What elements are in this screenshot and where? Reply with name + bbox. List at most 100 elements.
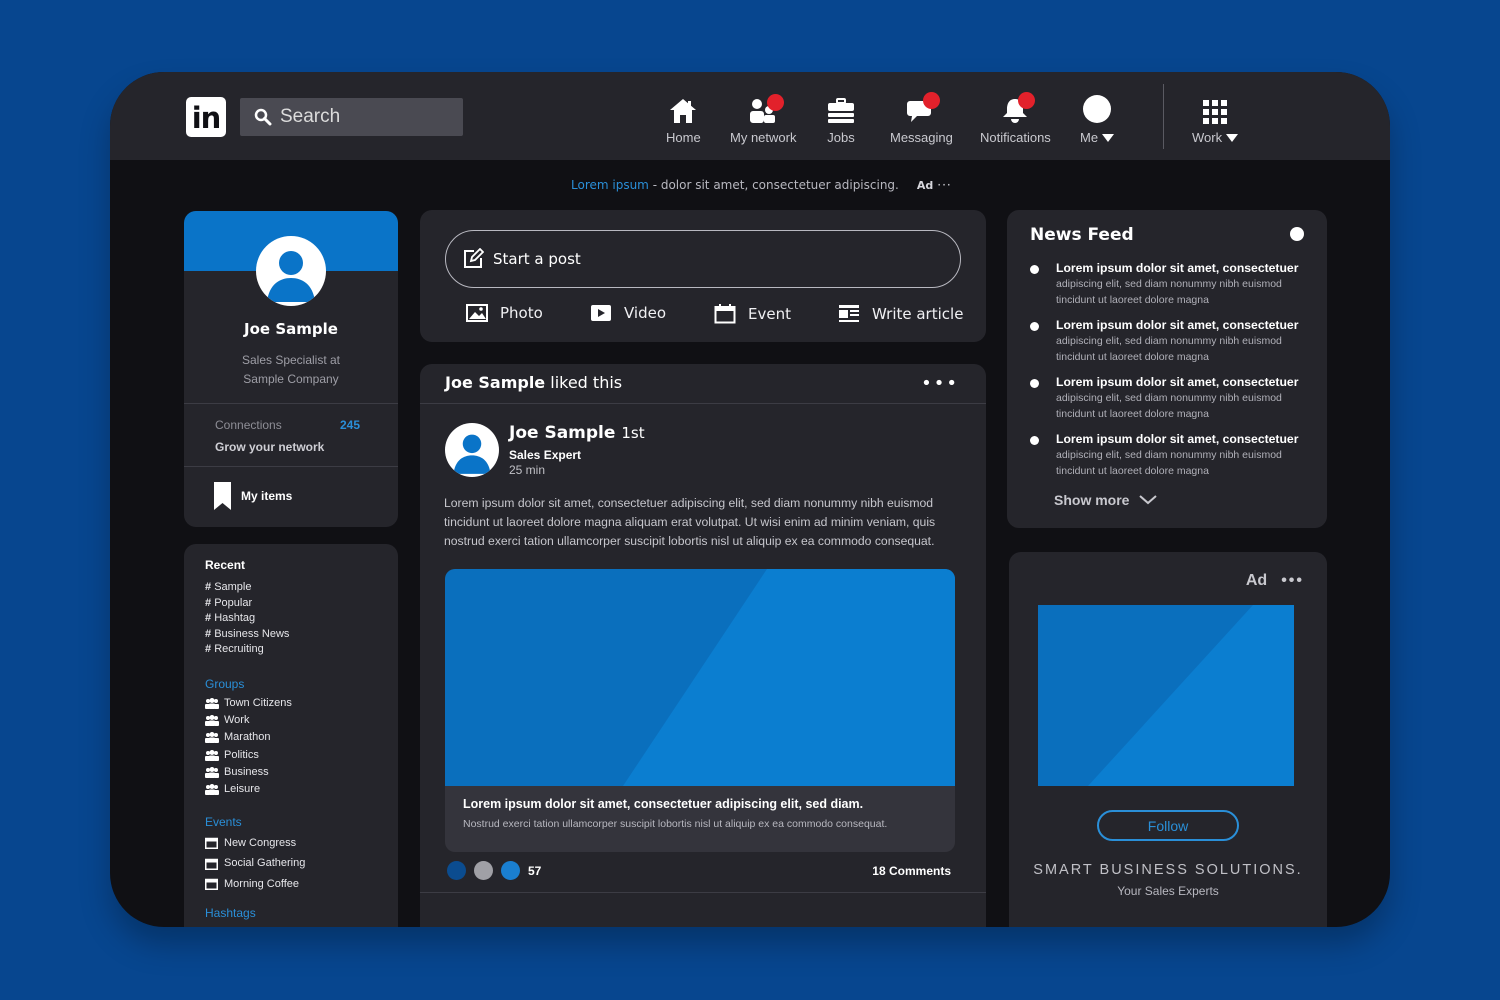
photo-button[interactable]: Photo <box>466 304 543 322</box>
post-body: Lorem ipsum dolor sit amet, consectetuer… <box>444 496 936 548</box>
news-item[interactable]: Lorem ipsum dolor sit amet, consectetuer… <box>1030 318 1310 365</box>
video-label: Video <box>624 304 667 322</box>
profile-name[interactable]: Joe Sample <box>184 320 398 338</box>
avatar-icon <box>1082 95 1111 123</box>
nav-divider <box>1163 84 1164 149</box>
activity-text: liked this <box>545 373 623 392</box>
hashtags-heading[interactable]: Hashtags <box>205 906 398 920</box>
linkedin-logo[interactable]: in <box>186 97 226 137</box>
start-post-button[interactable]: Start a post <box>445 230 961 288</box>
article-icon <box>839 305 859 322</box>
write-article-label: Write article <box>872 305 964 323</box>
divider <box>184 403 398 404</box>
news-subtitle: adipiscing elit, sed diam nonummy nibh e… <box>1056 392 1282 420</box>
nav-my-network[interactable]: My network <box>730 94 797 146</box>
post-composer: Start a post Photo Video Event Write art… <box>420 210 986 342</box>
author-name: Joe Sample <box>509 423 616 443</box>
post-more-button[interactable]: ••• <box>921 373 959 394</box>
recent-tag[interactable]: # Recruiting <box>205 642 398 658</box>
recent-tag[interactable]: # Sample <box>205 580 398 596</box>
video-button[interactable]: Video <box>590 304 666 322</box>
news-subtitle: adipiscing elit, sed diam nonummy nibh e… <box>1056 449 1282 477</box>
user-icon <box>453 434 491 474</box>
grow-network-link[interactable]: Grow your network <box>215 440 324 454</box>
recent-tag[interactable]: # Business News <box>205 627 398 643</box>
group-item[interactable]: Marathon <box>205 729 398 746</box>
nav-home[interactable]: Home <box>666 96 701 146</box>
news-title: Lorem ipsum dolor sit amet, consectetuer <box>1056 318 1299 332</box>
group-icon <box>205 749 219 761</box>
feed-post: Joe Sample liked this ••• Joe Sample 1st… <box>420 364 986 927</box>
post-media[interactable]: Lorem ipsum dolor sit amet, consectetuer… <box>445 569 955 852</box>
chevron-down-icon <box>1139 495 1158 505</box>
news-item[interactable]: Lorem ipsum dolor sit amet, consectetuer… <box>1030 432 1310 479</box>
group-icon <box>205 784 219 795</box>
divider <box>420 892 986 893</box>
nav-label: My network <box>730 130 797 145</box>
author-avatar[interactable] <box>445 423 499 477</box>
follow-button[interactable]: Follow <box>1097 810 1239 841</box>
tag-label: Business News <box>214 627 290 640</box>
event-button[interactable]: Event <box>714 304 791 324</box>
connections-count[interactable]: 245 <box>340 418 360 432</box>
ad-more-button[interactable]: ••• <box>1281 572 1304 589</box>
profile-card: Joe Sample Sales Specialist at Sample Com… <box>184 211 398 527</box>
nav-notifications[interactable]: Notifications <box>980 92 1051 146</box>
ad-image[interactable] <box>1038 605 1294 786</box>
author-name-row[interactable]: Joe Sample 1st <box>509 423 645 443</box>
liker-name[interactable]: Joe Sample <box>445 373 545 392</box>
show-more-button[interactable]: Show more <box>1054 492 1158 508</box>
start-post-label: Start a post <box>493 250 581 268</box>
nav-jobs[interactable]: Jobs <box>827 96 855 146</box>
news-item[interactable]: Lorem ipsum dolor sit amet, consectetuer… <box>1030 261 1310 308</box>
nav-work[interactable]: Work <box>1192 96 1238 146</box>
group-item[interactable]: Leisure <box>205 781 398 798</box>
event-item[interactable]: Social Gathering <box>205 853 398 873</box>
news-item[interactable]: Lorem ipsum dolor sit amet, consectetuer… <box>1030 375 1310 422</box>
nav-me[interactable]: Me <box>1080 95 1114 146</box>
search-icon <box>254 108 272 126</box>
event-label: Event <box>748 305 791 323</box>
recent-heading: Recent <box>205 558 246 572</box>
bullet <box>1030 379 1039 388</box>
ad-card: Ad ••• Follow SMART BUSINESS SOLUTIONS. Y… <box>1009 552 1327 927</box>
events-heading[interactable]: Events <box>205 815 398 829</box>
top-nav: in Home My network Jobs Messaging Notifi… <box>110 72 1390 160</box>
news-info-icon[interactable] <box>1290 227 1304 241</box>
ad-more-button[interactable]: ··· <box>937 178 951 192</box>
group-item[interactable]: Town Citizens <box>205 695 398 712</box>
profile-title-line: Sales Specialist at <box>241 353 341 367</box>
nav-label: Jobs <box>827 130 855 145</box>
event-item[interactable]: Morning Coffee <box>205 874 398 894</box>
event-item[interactable]: New Congress <box>205 833 398 853</box>
news-subtitle: adipiscing elit, sed diam nonummy nibh e… <box>1056 278 1282 306</box>
tag-label: Sample <box>214 581 252 593</box>
group-item[interactable]: Politics <box>205 747 398 764</box>
profile-avatar[interactable] <box>256 236 326 306</box>
group-icon <box>205 766 219 778</box>
comments-count[interactable]: 18 Comments <box>872 864 951 878</box>
search-box[interactable] <box>240 98 463 136</box>
group-item[interactable]: Work <box>205 712 398 729</box>
home-icon <box>670 99 697 123</box>
my-items-link[interactable]: My items <box>214 482 292 510</box>
reactions[interactable]: 57 <box>445 861 541 880</box>
groups-heading[interactable]: Groups <box>205 677 398 691</box>
recent-tag[interactable]: # Hashtag <box>205 611 398 627</box>
group-item[interactable]: Business <box>205 764 398 781</box>
nav-messaging[interactable]: Messaging <box>890 92 953 146</box>
ad-link[interactable]: Lorem ipsum <box>571 178 649 192</box>
group-label: Leisure <box>224 782 261 795</box>
show-more-label: Show more <box>1054 492 1130 508</box>
calendar-icon <box>205 858 218 870</box>
event-label: New Congress <box>224 837 297 850</box>
grid-icon <box>1202 100 1227 124</box>
caption-title: Lorem ipsum dolor sit amet, consectetuer… <box>463 797 864 811</box>
bullet <box>1030 322 1039 331</box>
connections-label[interactable]: Connections <box>215 418 282 432</box>
write-article-button[interactable]: Write article <box>838 304 963 324</box>
profile-title-line: Sample Company <box>243 372 339 386</box>
group-icon <box>205 715 219 727</box>
search-input[interactable] <box>280 106 460 128</box>
recent-tag[interactable]: # Popular <box>205 596 398 612</box>
